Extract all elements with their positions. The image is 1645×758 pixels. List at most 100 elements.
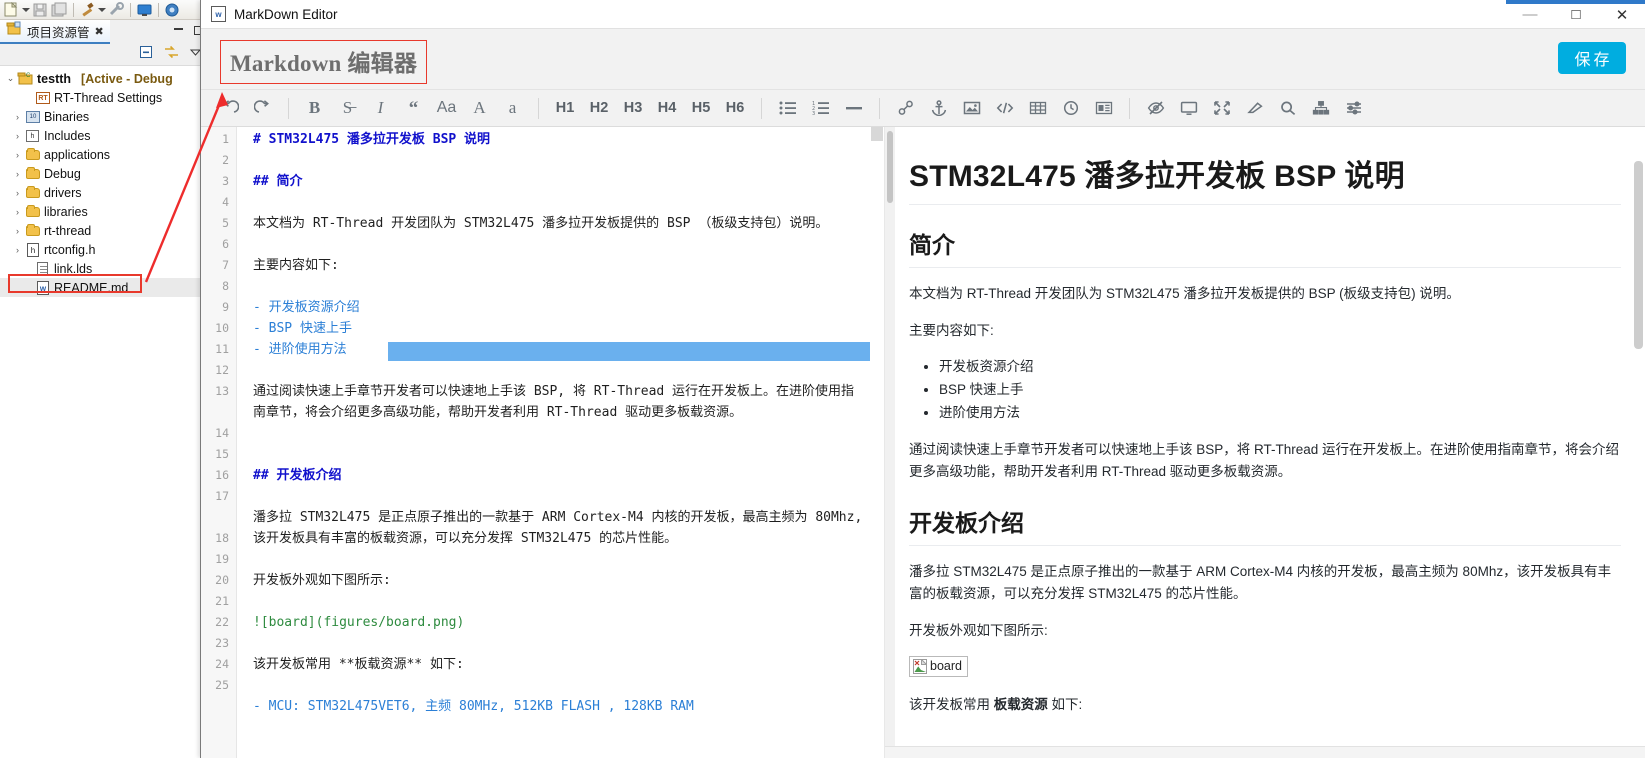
code-line[interactable]: - 开发板资源介绍	[253, 298, 880, 318]
datetime-icon[interactable]	[1054, 93, 1087, 123]
watch-monitor-icon[interactable]	[1172, 93, 1205, 123]
new-file-icon[interactable]	[3, 1, 20, 18]
refresh-icon[interactable]	[164, 2, 181, 18]
debug-wrench-icon[interactable]	[108, 1, 125, 18]
unordered-list-icon[interactable]	[771, 93, 804, 123]
tree-item-drivers[interactable]: › drivers	[0, 183, 210, 202]
horizontal-rule-icon[interactable]	[837, 93, 870, 123]
code-line[interactable]: - MCU: STM32L475VET6, 主频 80MHz, 512KB FL…	[253, 697, 880, 717]
chevron-down-icon[interactable]: ⌄	[4, 73, 17, 84]
code-line-wrap[interactable]: 该开发板具有丰富的板载资源，可以充分发挥 STM32L475 的芯片性能。	[253, 529, 880, 549]
markdown-source-editor[interactable]: 1 2 3 4 5 6 7 8 9 10 11 12 13 14 15 16 1	[201, 127, 884, 758]
tree-item-link-lds[interactable]: link.lds	[0, 259, 210, 278]
chevron-right-icon[interactable]: ›	[11, 169, 24, 179]
save-icon[interactable]	[32, 2, 49, 18]
code-line[interactable]: ## 简介	[253, 172, 880, 192]
source-code-area[interactable]: # STM32L475 潘多拉开发板 BSP 说明 ## 简介 本文档为 RT-…	[237, 127, 884, 758]
project-tree[interactable]: ⌄ C testth [Active - Debug RT RT-Thread …	[0, 66, 210, 758]
window-controls[interactable]: — □ ✕	[1507, 0, 1645, 29]
link-icon[interactable]	[889, 93, 922, 123]
save-button[interactable]: 保存	[1558, 42, 1626, 74]
image-icon[interactable]	[955, 93, 988, 123]
code-line[interactable]: - 进阶使用方法	[253, 340, 880, 360]
tab-project-explorer[interactable]: 项目资源管 ✖	[0, 20, 110, 44]
markdown-preview-pane[interactable]: STM32L475 潘多拉开发板 BSP 说明 简介 本文档为 RT-Threa…	[884, 127, 1645, 758]
heading-6-button[interactable]: H6	[718, 93, 752, 123]
code-line[interactable]: 通过阅读快速上手章节开发者可以快速地上手该 BSP, 将 RT-Thread 运…	[253, 382, 880, 402]
chevron-right-icon[interactable]: ›	[11, 112, 24, 122]
code-line-wrap[interactable]: 南章节，将会介绍更多高级功能，帮助开发者利用 RT-Thread 驱动更多板载资…	[253, 403, 880, 423]
chevron-right-icon[interactable]: ›	[11, 245, 24, 255]
project-explorer-view-toolbar[interactable]	[0, 44, 210, 66]
code-line[interactable]: 该开发板常用 **板载资源** 如下:	[253, 655, 880, 675]
save-all-icon[interactable]	[51, 2, 68, 18]
terminal-icon[interactable]	[136, 2, 153, 18]
eraser-icon[interactable]	[1238, 93, 1271, 123]
quote-icon[interactable]: “	[397, 93, 430, 123]
toolbar-group-insert[interactable]	[889, 93, 1120, 123]
undo-icon[interactable]	[213, 93, 246, 123]
scrollbar-thumb[interactable]	[887, 131, 893, 203]
heading-5-button[interactable]: H5	[684, 93, 718, 123]
minimize-button[interactable]: —	[1507, 0, 1553, 29]
heading-2-button[interactable]: H2	[582, 93, 616, 123]
eclipse-main-toolbar[interactable]	[0, 0, 210, 20]
toggle-preview-icon[interactable]	[1139, 93, 1172, 123]
lowercase-icon[interactable]: a	[496, 93, 529, 123]
tree-item-includes[interactable]: › h Includes	[0, 126, 210, 145]
heading-3-button[interactable]: H3	[616, 93, 650, 123]
close-button[interactable]: ✕	[1599, 0, 1645, 29]
preview-left-scrollbar[interactable]	[885, 127, 895, 758]
markdown-toolbar[interactable]: B S̶ I “ Aa A a H1 H2 H3 H4 H5 H6 1 2 3	[201, 90, 1645, 127]
code-line[interactable]: 本文档为 RT-Thread 开发团队为 STM32L475 潘多拉开发板提供的…	[253, 214, 880, 234]
strikethrough-icon[interactable]: S̶	[331, 93, 364, 123]
maximize-button[interactable]: □	[1553, 0, 1599, 29]
link-with-editor-icon[interactable]	[163, 45, 180, 64]
ordered-list-icon[interactable]: 123	[804, 93, 837, 123]
tree-item-project[interactable]: ⌄ C testth [Active - Debug	[0, 69, 210, 88]
code-line[interactable]: ## 开发板介绍	[253, 466, 880, 486]
chevron-right-icon[interactable]: ›	[11, 188, 24, 198]
anchor-icon[interactable]	[922, 93, 955, 123]
reference-icon[interactable]	[1087, 93, 1120, 123]
code-line[interactable]: 潘多拉 STM32L475 是正点原子推出的一款基于 ARM Cortex-M4…	[253, 508, 880, 528]
chevron-right-icon[interactable]: ›	[11, 150, 24, 160]
close-icon[interactable]: ✖	[95, 25, 104, 38]
font-size-icon[interactable]: Aa	[430, 93, 463, 123]
code-line[interactable]: # STM32L475 潘多拉开发板 BSP 说明	[253, 130, 880, 150]
tree-item-libraries[interactable]: › libraries	[0, 202, 210, 221]
minimize-view-icon[interactable]	[172, 24, 185, 42]
scrollbar-thumb[interactable]	[1634, 161, 1643, 349]
bold-icon[interactable]: B	[298, 93, 331, 123]
toc-sitemap-icon[interactable]	[1304, 93, 1337, 123]
chevron-right-icon[interactable]: ›	[11, 207, 24, 217]
tree-item-rtconfig-h[interactable]: › h rtconfig.h	[0, 240, 210, 259]
code-line[interactable]: 主要内容如下:	[253, 256, 880, 276]
heading-1-button[interactable]: H1	[548, 93, 582, 123]
chevron-right-icon[interactable]: ›	[11, 226, 24, 236]
tree-item-rt-thread[interactable]: › rt-thread	[0, 221, 210, 240]
dropdown-arrow-icon[interactable]	[98, 7, 106, 12]
code-line[interactable]: - BSP 快速上手	[253, 319, 880, 339]
tree-item-debug[interactable]: › Debug	[0, 164, 210, 183]
chevron-right-icon[interactable]: ›	[11, 131, 24, 141]
search-icon[interactable]	[1271, 93, 1304, 123]
toolbar-group-view[interactable]	[1139, 93, 1370, 123]
code-line[interactable]: 开发板外观如下图所示:	[253, 571, 880, 591]
tree-item-readme-md[interactable]: w README.md	[0, 278, 210, 297]
toolbar-group-inline[interactable]: B S̶ I “ Aa A a	[298, 93, 529, 123]
code-icon[interactable]	[988, 93, 1021, 123]
editor-vertical-scrollbar[interactable]	[870, 127, 884, 758]
preview-vertical-scrollbar[interactable]	[1632, 127, 1645, 758]
toolbar-group-headings[interactable]: H1 H2 H3 H4 H5 H6	[548, 93, 752, 123]
tree-item-rt-thread-settings[interactable]: RT RT-Thread Settings	[0, 88, 210, 107]
tree-item-applications[interactable]: › applications	[0, 145, 210, 164]
toolbar-group-history[interactable]	[213, 93, 279, 123]
settings-sliders-icon[interactable]	[1337, 93, 1370, 123]
fullscreen-icon[interactable]	[1205, 93, 1238, 123]
uppercase-icon[interactable]: A	[463, 93, 496, 123]
toolbar-group-lists[interactable]: 123	[771, 93, 870, 123]
dropdown-arrow-icon[interactable]	[22, 7, 30, 12]
tree-item-binaries[interactable]: › 10 Binaries	[0, 107, 210, 126]
table-icon[interactable]	[1021, 93, 1054, 123]
